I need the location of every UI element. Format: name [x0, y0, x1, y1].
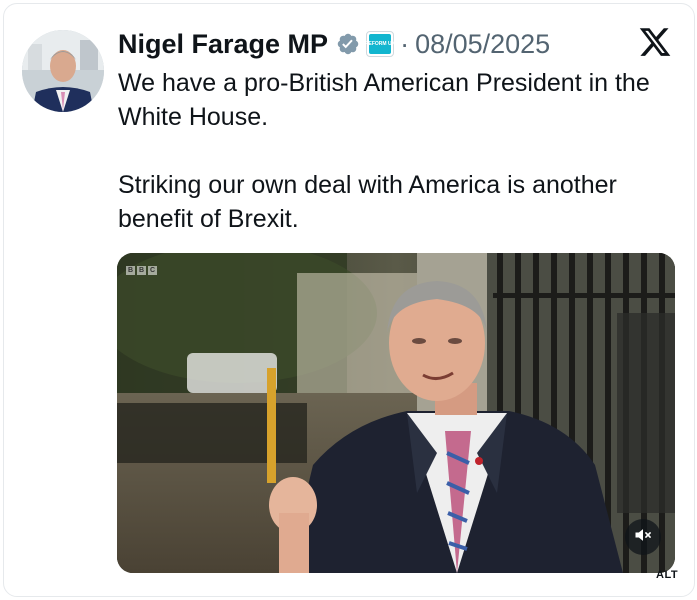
watermark-letter: B — [126, 266, 135, 275]
mute-button[interactable] — [625, 519, 661, 555]
bbc-watermark-logo: B B C — [126, 266, 157, 275]
post-card[interactable]: Nigel Farage MP REFORM UK · 08/05/2025 W… — [3, 3, 695, 597]
reform-uk-affiliate-icon[interactable]: REFORM UK — [365, 31, 395, 57]
post-date[interactable]: 08/05/2025 — [415, 29, 550, 60]
post-header: Nigel Farage MP REFORM UK · 08/05/2025 — [118, 24, 550, 64]
video-frame — [117, 253, 675, 573]
post-paragraph: We have a pro-British American President… — [118, 69, 650, 131]
volume-muted-icon — [633, 525, 653, 550]
avatar[interactable] — [22, 30, 104, 112]
post-paragraph: Striking our own deal with America is an… — [118, 171, 617, 233]
alt-text-badge[interactable]: ALT — [656, 569, 678, 581]
video-player[interactable]: B B C — [117, 253, 675, 573]
post-text: We have a pro-British American President… — [118, 66, 678, 236]
affiliate-badge-text: REFORM UK — [365, 34, 395, 54]
watermark-letter: C — [148, 266, 157, 275]
x-logo-icon[interactable] — [638, 25, 672, 59]
watermark-letter: B — [137, 266, 146, 275]
separator-dot: · — [400, 28, 410, 59]
verified-badge-icon[interactable] — [336, 32, 360, 56]
author-name[interactable]: Nigel Farage MP — [118, 29, 328, 60]
